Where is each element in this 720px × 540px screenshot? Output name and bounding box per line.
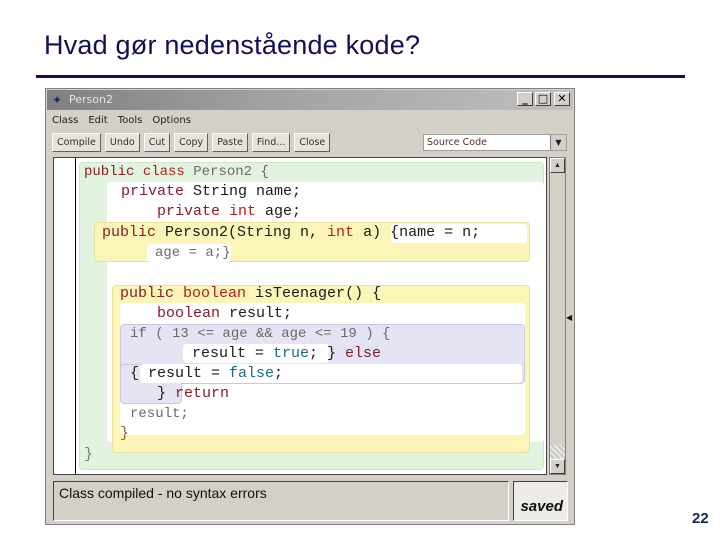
menubar: Class Edit Tools Options (52, 111, 191, 129)
title-rule (36, 75, 685, 78)
view-select-value: Source Code (427, 137, 487, 148)
code-line-5: age = a;} (155, 245, 231, 261)
code-text: result = (192, 345, 274, 362)
page-number: 22 (692, 510, 709, 527)
saved-label: saved (520, 498, 563, 515)
code-line-4: public Person2(String n, int a) {name = … (102, 224, 480, 242)
code-line-13: } (120, 425, 130, 442)
cut-button[interactable]: Cut (143, 133, 171, 152)
code-line-14: } (84, 446, 94, 463)
keyword: boolean (183, 285, 247, 302)
code-text: { result = (130, 365, 230, 382)
keyword: public (120, 285, 175, 302)
close-window-button[interactable]: ✕ (554, 92, 570, 106)
keyword: int (229, 203, 257, 220)
toolbar: Compile Undo Cut Copy Paste Find... Clos… (52, 133, 331, 153)
menu-class[interactable]: Class (52, 115, 78, 126)
scroll-up-arrow-icon[interactable]: ▲ (550, 158, 565, 173)
keyword: private (121, 183, 185, 200)
code-text: result; (220, 305, 293, 322)
keyword: return (175, 385, 230, 402)
code-line-1: public class Person2 { (84, 163, 269, 181)
literal: true (273, 345, 310, 362)
keyword: else (345, 345, 382, 362)
menu-options[interactable]: Options (152, 115, 191, 126)
scroll-down-arrow-icon[interactable]: ▼ (550, 459, 565, 474)
chevron-down-icon[interactable]: ▼ (550, 135, 566, 150)
keyword: public (102, 224, 157, 241)
keyword: public (84, 164, 135, 180)
copy-button[interactable]: Copy (174, 133, 209, 152)
code-text: } (157, 385, 176, 402)
code-line-12: result; (130, 406, 189, 422)
split-handle-icon[interactable]: ◀ (566, 313, 572, 322)
code-line-9: result = true; } else (192, 345, 381, 363)
code-line-8: if ( 13 <= age && age <= 19 ) { (130, 326, 391, 342)
code-line-2: private String name; (121, 183, 301, 201)
keyword: boolean (157, 305, 221, 322)
code-line-10: { result = false; (130, 365, 283, 383)
window-titlebar[interactable]: ✦ Person2 _ □ ✕ (47, 90, 573, 110)
code-text: String name; (184, 183, 302, 200)
undo-button[interactable]: Undo (104, 133, 140, 152)
code-line-11: } return (157, 385, 229, 403)
menu-tools[interactable]: Tools (118, 115, 143, 126)
paste-button[interactable]: Paste (212, 133, 248, 152)
status-message: Class compiled - no syntax errors (59, 485, 267, 501)
maximize-button[interactable]: □ (535, 92, 551, 106)
editor-gutter (54, 158, 76, 474)
find-button[interactable]: Find... (251, 133, 291, 152)
code-line-6: public boolean isTeenager() { (120, 285, 381, 303)
keyword: class (142, 164, 185, 180)
close-button[interactable]: Close (294, 133, 331, 152)
code-text: Person2 { (184, 164, 269, 180)
saved-indicator: saved (513, 481, 568, 521)
status-bar: Class compiled - no syntax errors (53, 481, 509, 521)
window-title: Person2 (69, 93, 113, 106)
code-text: ; } (309, 345, 346, 362)
compile-button[interactable]: Compile (52, 133, 101, 152)
vertical-scrollbar[interactable]: ▲ ▼ (549, 157, 566, 475)
menu-edit[interactable]: Edit (88, 115, 107, 126)
keyword: int (327, 224, 355, 241)
minimize-button[interactable]: _ (517, 92, 533, 106)
bluej-editor-window: ✦ Person2 _ □ ✕ Class Edit Tools Options… (45, 88, 575, 525)
code-text: ; (274, 365, 284, 382)
code-text: a) {name = n; (354, 224, 481, 241)
keyword: private (157, 203, 221, 220)
code-editor[interactable]: public class Person2 { private String na… (53, 157, 547, 475)
code-text: isTeenager() { (246, 285, 382, 302)
slide-title: Hvad gør nedenstående kode? (44, 30, 421, 60)
code-line-7: boolean result; (157, 305, 292, 323)
scrollbar-thumb[interactable] (550, 445, 565, 459)
bluej-bird-icon: ✦ (52, 93, 63, 107)
code-line-3: private int age; (157, 203, 301, 221)
literal: false (229, 365, 275, 382)
code-text: age; (256, 203, 302, 220)
view-select[interactable]: Source Code ▼ (423, 134, 567, 151)
code-text: Person2(String n, (156, 224, 328, 241)
